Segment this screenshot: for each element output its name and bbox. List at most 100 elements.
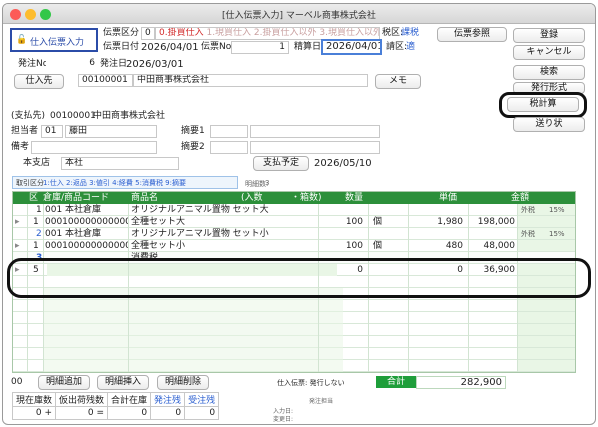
torihiki-kubun-options: 1:仕入 2:返品 3:値引 4:経費 5:消費税 9:摘要 (43, 179, 186, 187)
insert-row-button[interactable]: 明細挿入 (97, 375, 149, 390)
col-irisu: (入数 (241, 193, 263, 203)
zei-rate: 15% (549, 230, 565, 238)
add-row-button[interactable]: 明細追加 (38, 375, 90, 390)
denpyo-kubun-input[interactable]: 0 (141, 27, 155, 40)
denpyo-no-input[interactable]: 1 (231, 41, 289, 54)
memo-button[interactable]: メモ (375, 74, 421, 89)
zei-kubun-label: 税区: (382, 28, 404, 38)
shiiresaki-button[interactable]: 仕入先 (14, 74, 64, 89)
row-count: 00 (11, 377, 23, 387)
delete-row-button[interactable]: 明細削除 (157, 375, 209, 390)
hatchu-no-label: 発注No (18, 59, 49, 69)
stock-value: 0 (184, 406, 220, 420)
shiharai-name: 中田商事株式会社 (93, 111, 166, 121)
hatchu-date-label: 発注日 (100, 59, 128, 69)
seikyu-value[interactable]: 適 (406, 41, 415, 54)
toroku-button[interactable]: 登録 (513, 28, 585, 43)
seikyu-label: 請区: (386, 42, 408, 52)
col-ku: 区 (29, 193, 39, 203)
suryo[interactable]: 100 (323, 216, 363, 228)
tanto-label: 担当者 (11, 126, 39, 136)
col-hakosu: ・箱数) (291, 193, 322, 203)
row-no: 1 (36, 205, 42, 215)
zei-type: 外税 (521, 230, 535, 238)
meisai-value: 3 (265, 179, 270, 187)
shohin-code[interactable]: 000100000000000 (45, 240, 129, 252)
tekiyo2-text-input[interactable] (250, 141, 380, 154)
stock-table: 現在庫数 仮出荷残数 合計在庫 発注残 受注残 0 + 0 = 0 0 0 (11, 392, 220, 420)
row-no: 2 (36, 229, 42, 239)
tekiyo1-code-input[interactable] (210, 125, 248, 138)
kensaku-button[interactable]: 検索 (513, 65, 585, 80)
shohin-short[interactable]: 全種セット小 (131, 240, 185, 252)
shiten-input[interactable]: 本社 (61, 157, 179, 170)
denpyo-sansho-button[interactable]: 伝票参照 (437, 27, 507, 42)
stock-value: 0 = (55, 406, 109, 420)
suryo[interactable]: 100 (323, 240, 363, 252)
shohin-name[interactable]: オリジナルアニマル置物 セット大 (131, 204, 269, 216)
total-value: 282,900 (416, 376, 506, 389)
stock-header: 現在庫数 (11, 392, 57, 407)
highlight-oval-tax-row (7, 258, 591, 298)
torihiki-kubun-label: 取引区分 (16, 179, 44, 187)
tanto-code-input[interactable]: 01 (41, 125, 63, 138)
shiharai-yotei-button[interactable]: 支払予定 (253, 156, 309, 171)
date-value[interactable]: 2026/04/01 (141, 41, 199, 54)
hakko-status: 仕入伝票: 発行しない (277, 379, 345, 387)
tani: 個 (373, 241, 383, 251)
row-kubun[interactable]: 1 (33, 240, 39, 252)
mode-indicator: 🔓 仕入伝票入力 (10, 28, 98, 52)
kingaku: 198,000 (477, 217, 515, 227)
window-title: [仕入伝票入力] マーベル商事株式会社 (222, 11, 376, 21)
date-label: 伝票日付 (103, 42, 140, 52)
tanka[interactable]: 1,980 (413, 216, 463, 228)
hatchu-no-value[interactable]: 6 (46, 58, 98, 71)
tekiyo2-label: 摘要2 (181, 142, 205, 152)
hatchu-tanto-label: 発注担当 (309, 398, 334, 405)
soko-code[interactable]: 001 (45, 204, 62, 216)
tekiyo1-text-input[interactable] (250, 125, 380, 138)
empty-row-fill (43, 288, 343, 372)
seisan-date-input[interactable]: 2026/04/01 (321, 39, 382, 55)
tanto-name-input[interactable]: 藤田 (65, 125, 157, 138)
col-kingaku: 金額 (511, 193, 530, 203)
col-suryo: 数量 (345, 193, 364, 203)
stock-value: 0 + (11, 406, 57, 420)
hatchu-date-value: 2026/03/01 (126, 59, 184, 70)
soko-name[interactable]: 本社倉庫 (65, 228, 101, 240)
zei-kubun-value[interactable]: 課税 (401, 27, 419, 40)
grid-header: 区 倉庫/商品コード 商品名 (入数 ・箱数) 数量 単価 金額 (13, 192, 575, 204)
col-shohin: 商品名 (131, 193, 159, 203)
total-label: 合計 (376, 376, 416, 388)
kubun-selected[interactable]: 0.掛買仕入 (159, 28, 204, 38)
stock-value: 0 (107, 406, 152, 420)
shiiresaki-code-input[interactable]: 00100001 (78, 74, 133, 87)
kubun-other-options: 1.現買仕入 2.掛買仕入以外 3.現買仕入以外 (206, 28, 380, 38)
shohin-name[interactable]: オリジナルアニマル置物 セット小 (131, 228, 269, 240)
title-bar: [仕入伝票入力] マーベル商事株式会社 (3, 4, 595, 24)
stock-header: 仮出荷残数 (55, 392, 109, 407)
stock-value: 0 (150, 406, 186, 420)
kingaku: 48,000 (483, 241, 516, 251)
shiiresaki-name-input[interactable]: 中田商事株式会社 (133, 74, 368, 87)
col-tanka: 単価 (439, 193, 458, 203)
soko-code[interactable]: 001 (45, 228, 62, 240)
shohin-code[interactable]: 000100000000000 (45, 216, 129, 228)
stock-header: 発注残 (150, 392, 186, 407)
col-soko: 倉庫/商品コード (43, 193, 110, 203)
biko-input[interactable] (31, 141, 157, 154)
row-pointer-icon: ▸ (15, 241, 20, 251)
shiharai-yotei-value: 2026/05/10 (314, 158, 372, 169)
seisan-label: 精算日 (294, 42, 322, 52)
okurijo-button[interactable]: 送り状 (513, 117, 585, 132)
denpyo-no-label: 伝票No (201, 42, 232, 52)
tanka[interactable]: 480 (413, 240, 463, 252)
row-kubun[interactable]: 1 (33, 216, 39, 228)
shiharai-label: (支払先) (11, 111, 46, 121)
soko-name[interactable]: 本社倉庫 (65, 204, 101, 216)
cancel-button[interactable]: キャンセル (513, 45, 585, 60)
app-window: [仕入伝票入力] マーベル商事株式会社 🔓 仕入伝票入力 伝票区分 0 0.掛買… (2, 3, 596, 425)
shohin-short[interactable]: 全種セット大 (131, 216, 185, 228)
zei-keisan-button[interactable]: 税計算 (507, 97, 579, 112)
tekiyo2-code-input[interactable] (210, 141, 248, 154)
